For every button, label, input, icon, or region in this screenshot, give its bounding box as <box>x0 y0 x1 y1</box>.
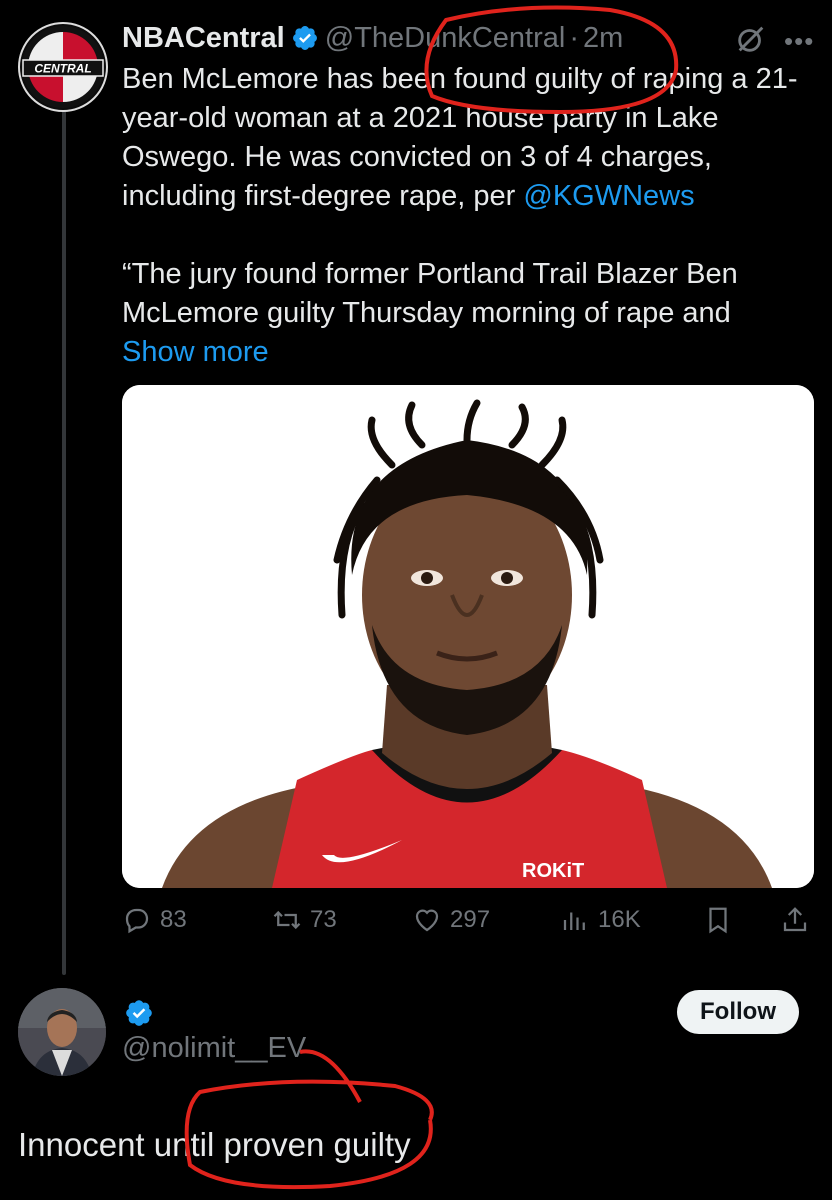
jersey-sponsor-text: ROKiT <box>522 860 584 882</box>
like-icon <box>415 909 439 932</box>
verified-badge-icon <box>126 1000 152 1026</box>
grok-icon[interactable] <box>734 22 768 56</box>
tweet-body: Ben McLemore has been found guilty of ra… <box>122 60 802 372</box>
reply-text: Innocent until proven guilty <box>18 1126 411 1163</box>
follow-button[interactable]: Follow <box>677 990 799 1034</box>
tweet-paragraph-2: “The jury found former Portland Trail Bl… <box>122 255 802 372</box>
reply-avatar-image <box>18 988 106 1076</box>
tweet-text-1: Ben McLemore has been found guilty of ra… <box>122 63 798 212</box>
repost-icon <box>273 910 301 930</box>
reply-handle[interactable]: @nolimit__EV <box>122 1032 306 1065</box>
tweet-text-2: “The jury found former Portland Trail Bl… <box>122 258 738 329</box>
svg-text:CENTRAL: CENTRAL <box>34 62 91 76</box>
repost-count: 73 <box>310 906 337 933</box>
views-icon <box>563 912 585 930</box>
tweet-media-photo[interactable]: ROKiT <box>122 385 814 888</box>
views-count: 16K <box>598 906 641 933</box>
reply-button[interactable]: 83 <box>122 900 187 940</box>
reply-icon <box>125 908 149 934</box>
author-name[interactable]: NBACentral <box>122 22 285 55</box>
avatar[interactable]: CENTRAL <box>18 22 108 112</box>
player-portrait-image: ROKiT <box>122 385 814 888</box>
views-button[interactable]: 16K <box>560 900 641 940</box>
timestamp[interactable]: 2m <box>583 22 623 55</box>
repost-button[interactable]: 73 <box>272 900 337 940</box>
share-icon[interactable] <box>780 905 810 935</box>
separator-dot: · <box>569 21 580 54</box>
more-icon[interactable]: ••• <box>784 26 818 56</box>
like-button[interactable]: 297 <box>412 900 490 940</box>
reply-avatar[interactable] <box>18 988 106 1076</box>
author-handle[interactable]: @TheDunkCentral <box>325 22 566 55</box>
thread-line <box>62 100 66 975</box>
reply-count: 83 <box>160 906 187 933</box>
central-logo-icon: CENTRAL <box>22 26 104 108</box>
annotation-circle-bottom <box>184 1049 434 1190</box>
tweet-paragraph-1: Ben McLemore has been found guilty of ra… <box>122 60 802 216</box>
verified-badge-icon <box>292 26 317 50</box>
like-count: 297 <box>450 906 491 933</box>
mention-link[interactable]: @KGWNews <box>523 180 694 212</box>
bookmark-icon[interactable] <box>703 905 733 935</box>
tweet-header: NBACentral @TheDunkCentral · 2m <box>122 18 623 58</box>
show-more-link[interactable]: Show more <box>122 336 269 368</box>
